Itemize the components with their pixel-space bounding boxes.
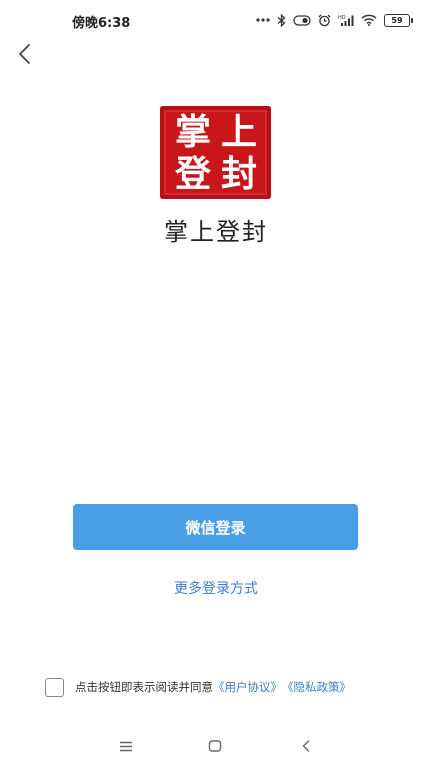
logo-char: 登 [174,153,211,195]
home-icon [208,740,222,752]
user-agreement-link[interactable]: 《用户协议》 [213,679,282,695]
status-time: 傍晚6:38 [72,16,131,31]
privacy-policy-link[interactable]: 《隐私政策》 [282,679,351,695]
menu-icon [120,741,132,751]
app-name: 掌上登封 [164,218,268,246]
menu-button[interactable] [116,738,136,754]
more-dots-icon [256,18,270,22]
agreement-row: 点击按钮即表示阅读并同意 《用户协议》 《隐私政策》 [45,677,351,697]
status-icons: HD 59 [256,12,413,28]
agreement-checkbox[interactable] [45,677,64,697]
app-logo: 掌 上 登 封 [160,106,271,199]
vibrate-icon [293,14,311,26]
hd-signal-icon: HD [338,15,354,26]
logo-char: 封 [220,153,257,195]
home-button[interactable] [205,738,225,754]
wechat-login-button[interactable]: 微信登录 [73,504,358,550]
battery-level: 59 [391,15,403,25]
system-back-button[interactable] [296,738,316,754]
status-bar: 傍晚6:38 HD 59 [0,0,432,40]
chevron-left-icon [19,44,30,64]
svg-text:HD: HD [338,15,346,21]
battery-icon: 59 [384,13,413,27]
more-login-options-link[interactable]: 更多登录方式 [0,578,432,598]
system-nav-bar [0,724,432,768]
bluetooth-icon [277,13,286,27]
alarm-icon [318,14,331,26]
logo-char: 上 [220,111,257,153]
wifi-icon [361,14,377,26]
logo-char: 掌 [174,111,211,153]
login-screen: 傍晚6:38 HD 59 掌 上 登 封 掌上登封 微信登录 更多登录方式 点击… [0,0,432,768]
back-button[interactable] [6,36,42,72]
back-icon [302,740,310,752]
agreement-text: 点击按钮即表示阅读并同意 [75,680,213,694]
